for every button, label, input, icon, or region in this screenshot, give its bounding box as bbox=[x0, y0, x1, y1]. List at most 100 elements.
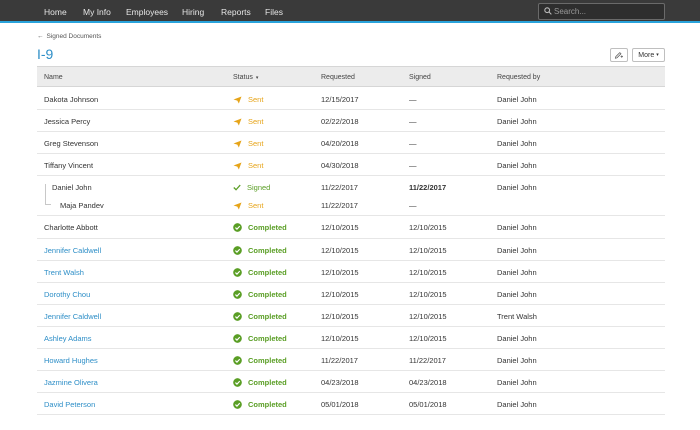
check-circle-icon bbox=[233, 223, 242, 232]
column-header-requested[interactable]: Requested bbox=[321, 74, 355, 81]
table-row-group[interactable]: Daniel John Signed 11/22/2017 11/22/2017… bbox=[37, 176, 665, 216]
requested-date: 12/10/2015 bbox=[321, 246, 359, 255]
requested-date: 12/10/2015 bbox=[321, 268, 359, 277]
status-cell: Completed bbox=[233, 312, 287, 321]
table-row[interactable]: Jennifer Caldwell Completed 12/10/2015 1… bbox=[37, 305, 665, 327]
search-box[interactable] bbox=[538, 3, 665, 20]
requested-by: Daniel John bbox=[497, 95, 537, 104]
status-label: Completed bbox=[248, 334, 287, 343]
signed-date: 12/10/2015 bbox=[409, 334, 447, 343]
requested-by: Daniel John bbox=[497, 400, 537, 409]
table-row[interactable]: Howard Hughes Completed 11/22/2017 11/22… bbox=[37, 349, 665, 371]
status-cell: Sent bbox=[233, 95, 263, 104]
nav-files[interactable]: Files bbox=[265, 7, 283, 17]
requested-by: Daniel John bbox=[497, 117, 537, 126]
signed-date: 12/10/2015 bbox=[409, 223, 447, 232]
signed-date: 05/01/2018 bbox=[409, 400, 447, 409]
back-arrow-icon: ← bbox=[37, 33, 44, 40]
employee-name-link[interactable]: Jazmine Olivera bbox=[44, 378, 98, 387]
table-row[interactable]: Greg Stevenson Sent 04/20/2018 — Daniel … bbox=[37, 132, 665, 154]
requested-by: Daniel John bbox=[497, 378, 537, 387]
paper-plane-icon bbox=[233, 161, 242, 170]
table-row[interactable]: Trent Walsh Completed 12/10/2015 12/10/2… bbox=[37, 261, 665, 283]
more-button[interactable]: More ▾ bbox=[632, 48, 665, 62]
nav-my-info[interactable]: My Info bbox=[83, 7, 111, 17]
employee-name-link[interactable]: Jennifer Caldwell bbox=[44, 312, 101, 321]
nav-home[interactable]: Home bbox=[44, 7, 67, 17]
table-row[interactable]: Jennifer Caldwell Completed 12/10/2015 1… bbox=[37, 239, 665, 261]
signed-date: — bbox=[409, 139, 417, 148]
breadcrumb[interactable]: ← Signed Documents bbox=[37, 33, 101, 40]
request-signature-button[interactable] bbox=[610, 48, 628, 62]
status-label: Completed bbox=[248, 356, 287, 365]
column-header-requested-by[interactable]: Requested by bbox=[497, 74, 540, 81]
requested-by: Daniel John bbox=[497, 161, 537, 170]
check-circle-icon bbox=[233, 268, 242, 277]
status-cell: Signed bbox=[233, 183, 270, 192]
table-row[interactable]: David Peterson Completed 05/01/2018 05/0… bbox=[37, 393, 665, 415]
check-circle-icon bbox=[233, 246, 242, 255]
column-header-status[interactable]: Status ▾ bbox=[233, 74, 258, 81]
signed-date: 12/10/2015 bbox=[409, 312, 447, 321]
paper-plane-icon bbox=[233, 201, 242, 210]
nav-hiring[interactable]: Hiring bbox=[182, 7, 204, 17]
search-input[interactable] bbox=[554, 5, 662, 18]
requested-by: Daniel John bbox=[497, 356, 537, 365]
table-header: Name Status ▾ Requested Signed Requested … bbox=[37, 66, 665, 87]
status-label: Completed bbox=[248, 246, 287, 255]
signed-date: 12/10/2015 bbox=[409, 246, 447, 255]
requested-date: 04/30/2018 bbox=[321, 161, 359, 170]
status-label: Completed bbox=[248, 378, 287, 387]
requested-date: 04/20/2018 bbox=[321, 139, 359, 148]
check-circle-icon bbox=[233, 290, 242, 299]
tree-connector bbox=[45, 184, 46, 204]
signed-date: — bbox=[409, 161, 417, 170]
signed-date: — bbox=[409, 95, 417, 104]
column-header-name[interactable]: Name bbox=[44, 74, 63, 81]
status-label: Completed bbox=[248, 312, 287, 321]
status-label: Completed bbox=[248, 290, 287, 299]
table-row[interactable]: Jazmine Olivera Completed 04/23/2018 04/… bbox=[37, 371, 665, 393]
employee-name-link[interactable]: Trent Walsh bbox=[44, 268, 84, 277]
status-cell: Completed bbox=[233, 334, 287, 343]
column-header-signed[interactable]: Signed bbox=[409, 74, 431, 81]
table-row[interactable]: Dorothy Chou Completed 12/10/2015 12/10/… bbox=[37, 283, 665, 305]
employee-name-link[interactable]: Howard Hughes bbox=[44, 356, 98, 365]
check-circle-icon bbox=[233, 400, 242, 409]
requested-date: 04/23/2018 bbox=[321, 378, 359, 387]
employee-name: Jessica Percy bbox=[44, 117, 91, 126]
requested-by: Daniel John bbox=[497, 246, 537, 255]
requested-date: 11/22/2017 bbox=[321, 201, 358, 210]
table-row[interactable]: Jessica Percy Sent 02/22/2018 — Daniel J… bbox=[37, 110, 665, 132]
employee-name-link[interactable]: Dorothy Chou bbox=[44, 290, 90, 299]
requested-date: 12/10/2015 bbox=[321, 223, 359, 232]
requested-by: Daniel John bbox=[497, 223, 537, 232]
checkmark-icon bbox=[233, 184, 241, 191]
signed-date: 12/10/2015 bbox=[409, 290, 447, 299]
requested-date: 05/01/2018 bbox=[321, 400, 359, 409]
check-circle-icon bbox=[233, 334, 242, 343]
signed-date: 11/22/2017 bbox=[409, 356, 446, 365]
paper-plane-icon bbox=[233, 117, 242, 126]
signed-date: 11/22/2017 bbox=[409, 183, 447, 192]
check-circle-icon bbox=[233, 312, 242, 321]
table-row[interactable]: Dakota Johnson Sent 12/15/2017 — Daniel … bbox=[37, 88, 665, 110]
more-label: More bbox=[638, 51, 655, 59]
employee-name-link[interactable]: Jennifer Caldwell bbox=[44, 246, 101, 255]
table-row[interactable]: Tiffany Vincent Sent 04/30/2018 — Daniel… bbox=[37, 154, 665, 176]
requested-date: 11/22/2017 bbox=[321, 356, 358, 365]
employee-name: Tiffany Vincent bbox=[44, 161, 94, 170]
requested-by: Daniel John bbox=[497, 334, 537, 343]
requested-date: 12/10/2015 bbox=[321, 334, 359, 343]
nav-employees[interactable]: Employees bbox=[126, 7, 168, 17]
table-row[interactable]: Charlotte Abbott Completed 12/10/2015 12… bbox=[37, 216, 665, 239]
employee-name: Maja Pandev bbox=[60, 201, 104, 210]
employee-name-link[interactable]: Ashley Adams bbox=[44, 334, 92, 343]
requested-date: 02/22/2018 bbox=[321, 117, 359, 126]
requested-by: Daniel John bbox=[497, 268, 537, 277]
status-cell: Completed bbox=[233, 400, 287, 409]
table-row[interactable]: Ashley Adams Completed 12/10/2015 12/10/… bbox=[37, 327, 665, 349]
page-title: I-9 bbox=[37, 46, 54, 62]
employee-name-link[interactable]: David Peterson bbox=[44, 400, 95, 409]
nav-reports[interactable]: Reports bbox=[221, 7, 251, 17]
